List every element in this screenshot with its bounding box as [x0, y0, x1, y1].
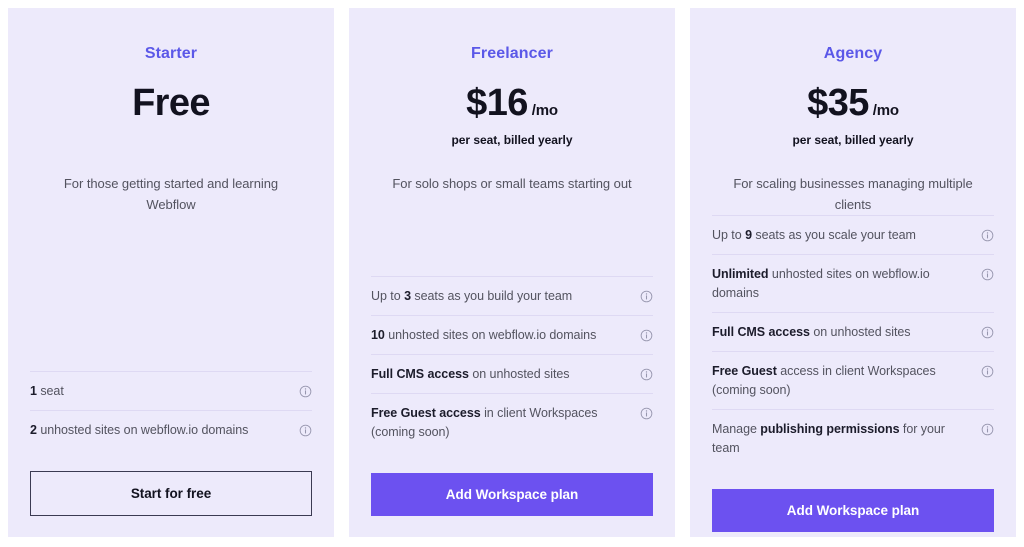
plan-price: Free: [30, 81, 312, 125]
info-circle-icon[interactable]: [640, 329, 653, 342]
feature-detail: seats as you build your team: [410, 289, 573, 303]
plan-header: Starter Free For those getting started and…: [30, 8, 312, 215]
feature-row: 1 seat: [30, 371, 312, 410]
feature-prefix: Up to: [712, 228, 746, 242]
plan-cta-button[interactable]: Add Workspace plan: [712, 489, 994, 532]
feature-list: 1 seat 2 unhosted sites on webflow.io dom…: [30, 371, 312, 449]
plan-price: $35/mo: [712, 81, 994, 125]
price-amount: $35: [807, 82, 869, 124]
price-billing-note: [30, 132, 312, 148]
feature-text: Full CMS access on unhosted sites: [712, 323, 971, 342]
feature-list: Up to 3 seats as you build your team 10 u…: [371, 276, 653, 451]
feature-row: Free Guest access in client Workspaces (…: [712, 351, 994, 409]
info-circle-icon[interactable]: [981, 268, 994, 281]
feature-highlight: Full CMS access: [712, 325, 810, 339]
info-circle-icon[interactable]: [640, 368, 653, 381]
plan-cta-button[interactable]: Start for free: [30, 471, 312, 516]
feature-highlight: publishing permissions: [760, 422, 900, 436]
feature-list: Up to 9 seats as you scale your team Unli…: [712, 215, 994, 467]
info-circle-icon[interactable]: [981, 423, 994, 436]
info-circle-icon[interactable]: [981, 229, 994, 242]
feature-text: Manage publishing permissions for your t…: [712, 420, 971, 458]
feature-detail: unhosted sites on webflow.io domains: [36, 423, 249, 437]
plan-header: Agency $35/mo per seat, billed yearly For s…: [712, 8, 994, 215]
price-period: /mo: [531, 102, 558, 119]
feature-highlight: 2: [30, 423, 37, 437]
feature-text: Unlimited unhosted sites on webflow.io d…: [712, 265, 971, 303]
feature-row: Full CMS access on unhosted sites: [712, 312, 994, 351]
feature-text: Free Guest access in client Workspaces (…: [712, 362, 971, 400]
price-period: /mo: [872, 102, 899, 119]
feature-text: Full CMS access on unhosted sites: [371, 365, 630, 384]
feature-highlight: Unlimited: [712, 267, 769, 281]
feature-detail: unhosted sites on webflow.io domains: [384, 328, 597, 342]
price-amount: Free: [132, 82, 210, 124]
feature-row: Unlimited unhosted sites on webflow.io d…: [712, 254, 994, 312]
feature-row: Full CMS access on unhosted sites: [371, 354, 653, 393]
feature-detail: seats as you scale your team: [751, 228, 916, 242]
info-circle-icon[interactable]: [640, 407, 653, 420]
feature-row: 2 unhosted sites on webflow.io domains: [30, 410, 312, 449]
feature-text: 10 unhosted sites on webflow.io domains: [371, 326, 630, 345]
plan-name: Starter: [144, 45, 198, 62]
pricing-plans-grid: Starter Free For those getting started and…: [0, 0, 1024, 547]
plan-card-starter: Starter Free For those getting started and…: [8, 8, 334, 537]
plan-name: Freelancer: [471, 45, 553, 62]
plan-name: Agency: [823, 45, 883, 62]
feature-prefix: Manage: [712, 422, 761, 436]
feature-row: Up to 3 seats as you build your team: [371, 276, 653, 315]
price-billing-note: per seat, billed yearly: [792, 133, 914, 147]
info-circle-icon[interactable]: [981, 326, 994, 339]
plan-description: For scaling businesses managing multiple…: [733, 176, 973, 212]
plan-card-freelancer: Freelancer $16/mo per seat, billed yearly F…: [349, 8, 675, 537]
price-billing-note: per seat, billed yearly: [451, 133, 573, 147]
feature-highlight: 9: [745, 228, 752, 242]
feature-detail: seat: [36, 384, 64, 398]
plan-description: For those getting started and learning W…: [63, 176, 279, 212]
feature-text: 2 unhosted sites on webflow.io domains: [30, 421, 289, 440]
feature-detail: on unhosted sites: [468, 367, 570, 381]
price-amount: $16: [466, 82, 528, 124]
feature-text: Free Guest access in client Workspaces (…: [371, 404, 630, 442]
feature-highlight: 10: [371, 328, 385, 342]
plan-cta-button[interactable]: Add Workspace plan: [371, 473, 653, 516]
feature-row: Free Guest access in client Workspaces (…: [371, 393, 653, 451]
feature-text: 1 seat: [30, 382, 289, 401]
info-circle-icon[interactable]: [299, 424, 312, 437]
plan-price: $16/mo: [371, 81, 653, 125]
feature-row: Manage publishing permissions for your t…: [712, 409, 994, 467]
plan-card-agency: Agency $35/mo per seat, billed yearly For s…: [690, 8, 1016, 537]
plan-description: For solo shops or small teams starting o…: [392, 176, 632, 191]
feature-prefix: Up to: [371, 289, 405, 303]
info-circle-icon[interactable]: [299, 385, 312, 398]
feature-row: 10 unhosted sites on webflow.io domains: [371, 315, 653, 354]
feature-highlight: 3: [404, 289, 411, 303]
feature-text: Up to 9 seats as you scale your team: [712, 226, 971, 245]
info-circle-icon[interactable]: [981, 365, 994, 378]
feature-highlight: 1: [30, 384, 37, 398]
feature-detail: on unhosted sites: [809, 325, 911, 339]
feature-row: Up to 9 seats as you scale your team: [712, 215, 994, 254]
feature-highlight: Free Guest: [712, 364, 777, 378]
plan-header: Freelancer $16/mo per seat, billed yearly F…: [371, 8, 653, 194]
feature-text: Up to 3 seats as you build your team: [371, 287, 630, 306]
info-circle-icon[interactable]: [640, 290, 653, 303]
feature-highlight: Free Guest access: [371, 406, 481, 420]
feature-highlight: Full CMS access: [371, 367, 469, 381]
